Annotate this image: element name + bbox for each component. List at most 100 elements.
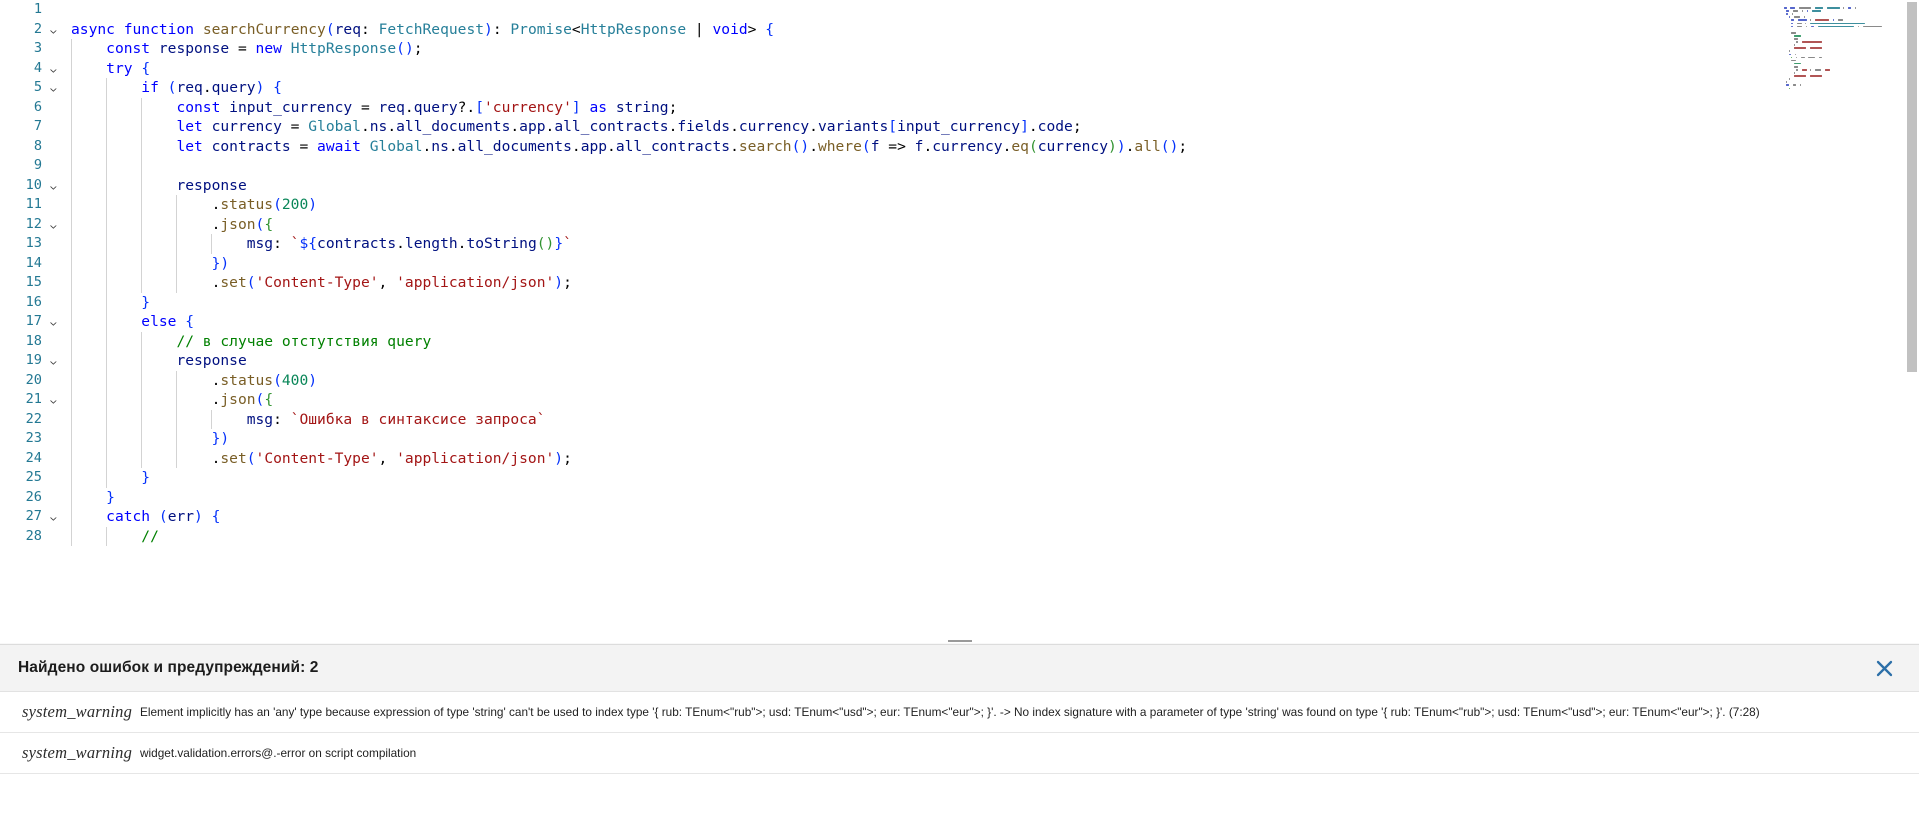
- code-text[interactable]: response: [64, 175, 1919, 195]
- code-line[interactable]: 26 }: [0, 487, 1919, 507]
- code-line[interactable]: 24 .set('Content-Type', 'application/jso…: [0, 448, 1919, 468]
- code-line[interactable]: 18 // в случае отстутствия query: [0, 331, 1919, 351]
- code-text[interactable]: .status(400): [64, 370, 1919, 390]
- code-text[interactable]: .json({: [64, 390, 1919, 410]
- code-text[interactable]: }: [64, 468, 1919, 488]
- code-text[interactable]: msg: `Ошибка в синтаксисе запроса`: [64, 409, 1919, 429]
- code-editor[interactable]: 1 2 ⌄ async function searchCurrency(req: Fe…: [0, 0, 1919, 645]
- problems-panel: Найдено ошибок и предупреждений: 2 syste…: [0, 640, 1919, 832]
- code-line[interactable]: 23 }): [0, 429, 1919, 449]
- code-text[interactable]: }): [64, 429, 1919, 449]
- code-line[interactable]: 15 .set('Content-Type', 'application/jso…: [0, 273, 1919, 293]
- code-line[interactable]: 5 ⌄ if (req.query) {: [0, 78, 1919, 98]
- code-line[interactable]: 12 ⌄ .json({: [0, 214, 1919, 235]
- line-number: 11: [25, 196, 42, 212]
- code-line[interactable]: 14 }): [0, 253, 1919, 273]
- chevron-down-icon[interactable]: ⌄: [42, 20, 64, 40]
- code-lines-container[interactable]: 1 2 ⌄ async function searchCurrency(req: Fe…: [0, 0, 1919, 645]
- chevron-down-icon[interactable]: ⌄: [42, 59, 64, 79]
- code-line[interactable]: 22 msg: `Ошибка в синтаксисе запроса`: [0, 409, 1919, 429]
- indent-guide: [71, 175, 72, 195]
- indent-guide: [71, 312, 72, 332]
- close-icon[interactable]: [1871, 655, 1897, 681]
- code-line[interactable]: 19 ⌄ response: [0, 351, 1919, 371]
- code-minimap[interactable]: [1780, 0, 1903, 645]
- code-line[interactable]: 3 const response = new HttpResponse();: [0, 39, 1919, 59]
- code-line[interactable]: 21 ⌄ .json({: [0, 390, 1919, 410]
- indent-guide: [71, 195, 72, 215]
- code-text[interactable]: catch (err) {: [64, 507, 1919, 527]
- code-text[interactable]: }: [64, 292, 1919, 312]
- code-text[interactable]: }): [64, 253, 1919, 273]
- indent-guide: [141, 448, 143, 468]
- problem-row[interactable]: system_warning widget.validation.errors@.…: [0, 733, 1919, 774]
- code-text[interactable]: else {: [64, 312, 1919, 332]
- code-line[interactable]: 1: [0, 0, 1919, 20]
- code-line[interactable]: 13 msg: `${contracts.length.toString()}`: [0, 234, 1919, 254]
- code-line[interactable]: 20 .status(400): [0, 370, 1919, 390]
- line-number: 2: [33, 20, 42, 37]
- indent-guide: [71, 253, 72, 273]
- indent-guide: [71, 273, 72, 293]
- code-text[interactable]: const input_currency = req.query?.['curr…: [64, 97, 1919, 117]
- code-line[interactable]: 10 ⌄ response: [0, 175, 1919, 196]
- code-text[interactable]: let contracts = await Global.ns.all_docu…: [64, 136, 1919, 156]
- code-text[interactable]: async function searchCurrency(req: Fetch…: [64, 20, 1919, 40]
- code-text[interactable]: const response = new HttpResponse();: [64, 39, 1919, 59]
- indent-guide: [141, 234, 143, 254]
- code-line[interactable]: 6 const input_currency = req.query?.['cu…: [0, 97, 1919, 117]
- code-text[interactable]: .set('Content-Type', 'application/json')…: [64, 448, 1919, 468]
- indent-guide: [106, 331, 108, 351]
- code-line[interactable]: 7 let currency = Global.ns.all_documents…: [0, 117, 1919, 137]
- indent-guide: [141, 214, 143, 234]
- indent-guide: [141, 331, 143, 351]
- chevron-down-icon[interactable]: ⌄: [42, 176, 64, 196]
- code-line[interactable]: 2 ⌄ async function searchCurrency(req: Fet…: [0, 20, 1919, 40]
- code-line[interactable]: 28 //: [0, 526, 1919, 546]
- code-text[interactable]: .set('Content-Type', 'application/json')…: [64, 273, 1919, 293]
- problems-list[interactable]: system_warning Element implicitly has an …: [0, 692, 1919, 774]
- indent-guide: [141, 351, 143, 371]
- chevron-down-icon[interactable]: ⌄: [42, 390, 64, 410]
- line-number: 12: [25, 215, 42, 232]
- code-line[interactable]: 9: [0, 156, 1919, 176]
- code-line[interactable]: 17 ⌄ else {: [0, 312, 1919, 332]
- chevron-down-icon[interactable]: ⌄: [42, 351, 64, 371]
- code-text[interactable]: //: [64, 526, 1919, 546]
- indent-guide: [71, 156, 72, 176]
- code-line[interactable]: 16 }: [0, 292, 1919, 312]
- code-text[interactable]: msg: `${contracts.length.toString()}`: [64, 234, 1919, 254]
- problem-row[interactable]: system_warning Element implicitly has an …: [0, 692, 1919, 733]
- indent-guide: [141, 97, 143, 117]
- indent-guide: [141, 175, 143, 195]
- code-text[interactable]: let currency = Global.ns.all_documents.a…: [64, 117, 1919, 137]
- code-text[interactable]: if (req.query) {: [64, 78, 1919, 98]
- code-line[interactable]: 11 .status(200): [0, 195, 1919, 215]
- code-line[interactable]: 8 let contracts = await Global.ns.all_do…: [0, 136, 1919, 156]
- chevron-down-icon[interactable]: ⌄: [42, 507, 64, 527]
- problem-message: widget.validation.errors@.-error on scri…: [140, 746, 417, 760]
- code-text[interactable]: response: [64, 351, 1919, 371]
- code-text[interactable]: try {: [64, 58, 1919, 78]
- code-text[interactable]: }: [64, 487, 1919, 507]
- vertical-scrollbar[interactable]: [1905, 0, 1919, 645]
- code-line[interactable]: 27 ⌄ catch (err) {: [0, 507, 1919, 527]
- indent-guide: [106, 409, 108, 429]
- vertical-scrollbar-thumb[interactable]: [1907, 2, 1917, 372]
- code-text[interactable]: // в случае отстутствия query: [64, 331, 1919, 351]
- indent-guide: [176, 253, 178, 273]
- code-text[interactable]: .status(200): [64, 195, 1919, 215]
- indent-guide: [106, 175, 108, 195]
- chevron-down-icon[interactable]: ⌄: [42, 78, 64, 98]
- code-text[interactable]: .json({: [64, 214, 1919, 234]
- code-line[interactable]: 25 }: [0, 468, 1919, 488]
- indent-guide: [106, 195, 108, 215]
- indent-guide: [71, 39, 72, 59]
- line-number: 20: [25, 371, 42, 388]
- code-line[interactable]: 4 ⌄ try {: [0, 58, 1919, 79]
- chevron-down-icon[interactable]: ⌄: [42, 312, 64, 332]
- line-number: 6: [33, 98, 42, 115]
- line-number: 7: [33, 118, 42, 134]
- chevron-down-icon[interactable]: ⌄: [42, 215, 64, 235]
- indent-guide: [106, 253, 108, 273]
